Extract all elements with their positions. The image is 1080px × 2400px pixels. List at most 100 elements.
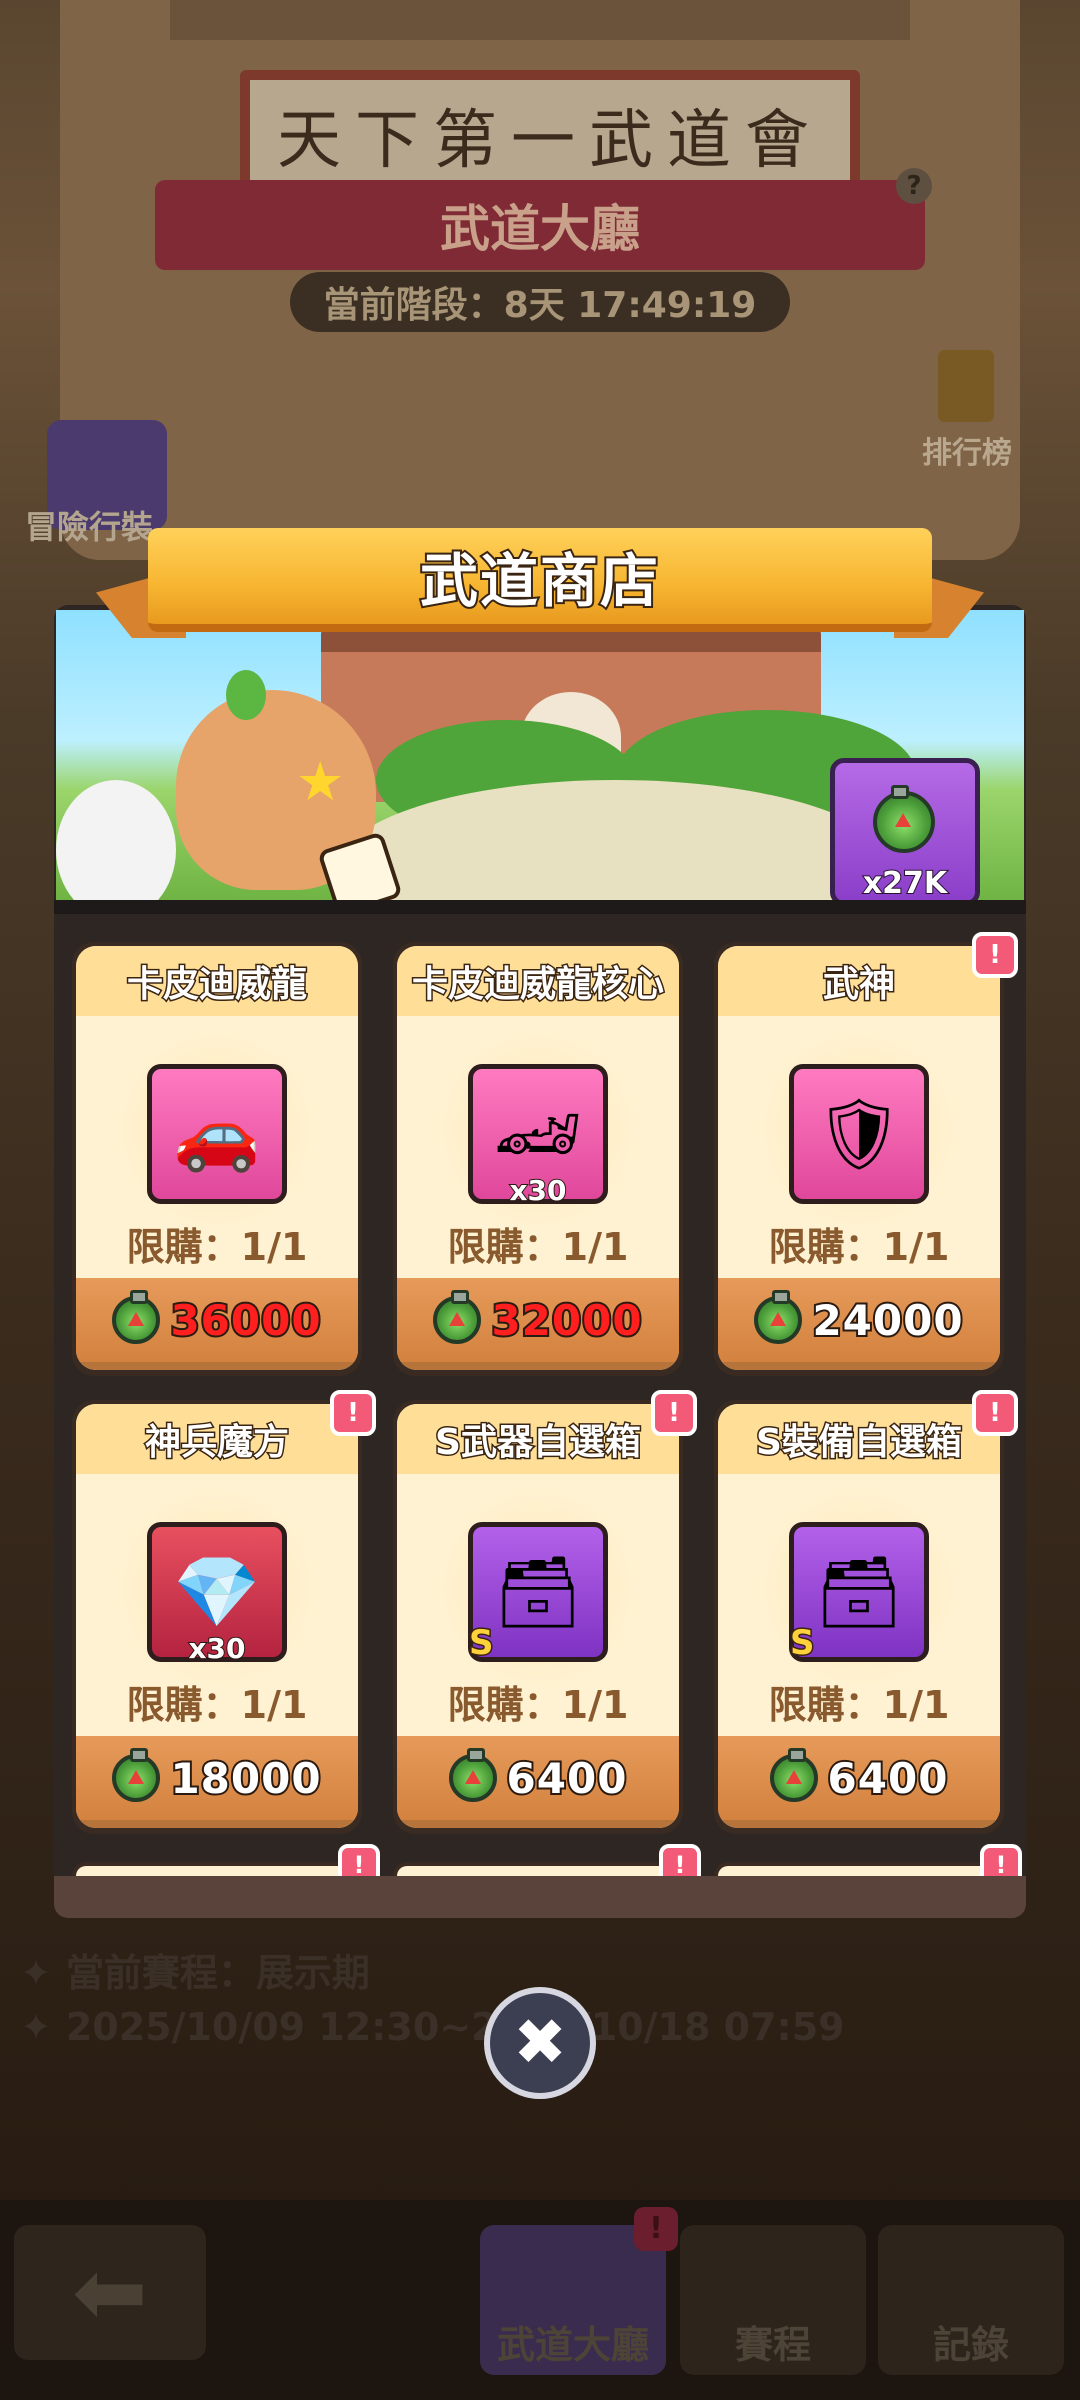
- shop-title-ribbon: 武道商店: [96, 528, 984, 638]
- purchase-limit: 限購：1/1: [76, 1674, 358, 1729]
- ranking-label: 排行榜: [922, 436, 1012, 471]
- item-grade: S: [468, 1622, 495, 1665]
- card-body: 武神 🛡 限購：1/1 24000: [718, 946, 1000, 1370]
- stopwatch-coin-icon: [112, 1748, 161, 1802]
- shop-item-card[interactable]: S裝備自選箱 🗃 S 限購：1/1 6400 !: [714, 1390, 1018, 1834]
- item-icon-frame: 🛡: [789, 1064, 929, 1204]
- item-name: S武器自選箱: [434, 1421, 643, 1465]
- schedule-info: ✦ 當前賽程：展示期: [20, 1942, 370, 1997]
- item-price: 18000: [168, 1752, 322, 1805]
- price-bar: 36000: [76, 1278, 358, 1362]
- nav-tab-schedule[interactable]: 賽程: [680, 2225, 866, 2375]
- card-body: 卡皮迪威龍核心 🏎 x30 限購：1/1 32000: [397, 946, 679, 1370]
- schedule-range: 2025/10/09 12:30~2025/10/18 07:59: [65, 2005, 845, 2049]
- item-price: 24000: [810, 1294, 964, 1347]
- item-name: 神兵魔方: [143, 1421, 290, 1465]
- item-icon-frame: 🗃 S: [468, 1522, 608, 1665]
- back-arrow-icon[interactable]: ⬅: [14, 2225, 206, 2360]
- armor-icon: 🛡: [814, 1092, 904, 1175]
- stopwatch-coin-icon: [754, 1290, 803, 1344]
- card-header: 卡皮迪威龍: [76, 946, 358, 1016]
- stopwatch-coin-icon: [433, 1290, 482, 1344]
- schedule-label: 當前賽程：展示期: [65, 1951, 370, 1995]
- stopwatch-coin-icon: [112, 1290, 161, 1344]
- help-icon[interactable]: ?: [896, 168, 932, 204]
- limit-value: 1/1: [240, 1683, 308, 1727]
- ranking-button[interactable]: 排行榜: [910, 350, 1020, 471]
- limit-value: 1/1: [561, 1225, 629, 1269]
- card-body: S武器自選箱 🗃 S 限購：1/1 6400: [397, 1404, 679, 1828]
- card-body: 卡皮迪威龍 🚗 限購：1/1 36000: [76, 946, 358, 1370]
- capybara-mascot: ★: [166, 670, 403, 900]
- purchase-limit: 限購：1/1: [397, 1216, 679, 1271]
- ribbon-bar: 武道商店: [148, 528, 932, 632]
- shop-item-card[interactable]: 神兵魔方 💎 x30 限購：1/1 18000 !: [72, 1390, 376, 1834]
- nav-tab-records[interactable]: 記錄: [878, 2225, 1064, 2375]
- limit-prefix: 限購：: [447, 1225, 562, 1269]
- currency-amount: x27K: [862, 865, 948, 902]
- item-price: 6400: [826, 1752, 950, 1805]
- card-body: S裝備自選箱 🗃 S 限購：1/1 6400: [718, 1404, 1000, 1828]
- limit-prefix: 限購：: [768, 1683, 883, 1727]
- limit-prefix: 限購：: [126, 1683, 241, 1727]
- purchase-limit: 限購：1/1: [397, 1674, 679, 1729]
- divider: [54, 900, 1026, 914]
- shop-item-card[interactable]: S武器自選箱 🗃 S 限購：1/1 6400 !: [393, 1390, 697, 1834]
- nav-tab-hall[interactable]: ! 武道大廳: [480, 2207, 678, 2375]
- limit-prefix: 限購：: [768, 1225, 883, 1269]
- purchase-limit: 限購：1/1: [76, 1216, 358, 1271]
- stopwatch-coin-icon: [448, 1748, 497, 1802]
- nav-tab-label: 記錄: [932, 2323, 1009, 2367]
- close-icon: ✖: [513, 2006, 567, 2080]
- nav-tab-label: 武道大廳: [496, 2323, 649, 2367]
- item-name: 武神: [821, 963, 896, 1007]
- close-button[interactable]: ✖: [484, 1987, 596, 2099]
- temple-roof: [170, 0, 910, 40]
- shop-item-card[interactable]: 武神 🛡 限購：1/1 24000 !: [714, 932, 1018, 1376]
- item-icon-frame: 🏎 x30: [468, 1064, 608, 1208]
- item-icon-frame: 🗃 S: [789, 1522, 929, 1665]
- card-header: S裝備自選箱: [718, 1404, 1000, 1474]
- alert-badge-icon: !: [651, 1390, 697, 1436]
- shop-title: 武道商店: [418, 545, 660, 617]
- item-price: 36000: [168, 1294, 322, 1347]
- limit-prefix: 限購：: [126, 1225, 241, 1269]
- schedule-range-info: ✦ 2025/10/09 12:30~2025/10/18 07:59: [20, 2005, 845, 2049]
- limit-prefix: 限購：: [447, 1683, 562, 1727]
- sparkle-icon: ✦: [20, 1951, 52, 1995]
- mascot-sprout: [226, 670, 266, 720]
- car-icon: 🚗: [173, 1092, 261, 1175]
- currency-balance: x27K: [830, 758, 980, 906]
- item-quantity: x30: [187, 1631, 246, 1666]
- item-quantity: x30: [508, 1173, 567, 1208]
- limit-value: 1/1: [561, 1683, 629, 1727]
- star-icon: ★: [296, 750, 345, 813]
- item-icon-frame: 🚗: [147, 1064, 287, 1204]
- limit-value: 1/1: [882, 1683, 950, 1727]
- item-name: S裝備自選箱: [755, 1421, 964, 1465]
- adventure-gear-button[interactable]: 冒險行裝: [25, 420, 195, 546]
- price-bar: 6400: [397, 1736, 679, 1820]
- item-price: 32000: [489, 1294, 643, 1347]
- item-grade: S: [789, 1622, 816, 1665]
- dust-cloud: [56, 780, 176, 900]
- shop-item-card[interactable]: 卡皮迪威龍核心 🏎 x30 限購：1/1 32000: [393, 942, 683, 1376]
- price-bar: 18000: [76, 1736, 358, 1820]
- item-icon-frame: 💎 x30: [147, 1522, 287, 1666]
- card-header: 卡皮迪威龍核心: [397, 946, 679, 1016]
- price-bar: 6400: [718, 1736, 1000, 1820]
- nav-tab-label: 賽程: [734, 2323, 811, 2367]
- stage-timer: 當前階段：8天 17:49:19: [290, 272, 790, 332]
- limit-value: 1/1: [240, 1225, 308, 1269]
- trophy-icon: [938, 350, 994, 422]
- item-price: 6400: [505, 1752, 629, 1805]
- card-body: 神兵魔方 💎 x30 限購：1/1 18000: [76, 1404, 358, 1828]
- purchase-limit: 限購：1/1: [718, 1674, 1000, 1729]
- item-name: 卡皮迪威龍核心: [410, 963, 665, 1007]
- stopwatch-coin-icon: [769, 1748, 818, 1802]
- price-bar: 32000: [397, 1278, 679, 1362]
- shop-item-card[interactable]: 卡皮迪威龍 🚗 限購：1/1 36000: [72, 942, 362, 1376]
- purchase-limit: 限購：1/1: [718, 1216, 1000, 1271]
- card-header: S武器自選箱: [397, 1404, 679, 1474]
- alert-badge-icon: !: [972, 932, 1018, 978]
